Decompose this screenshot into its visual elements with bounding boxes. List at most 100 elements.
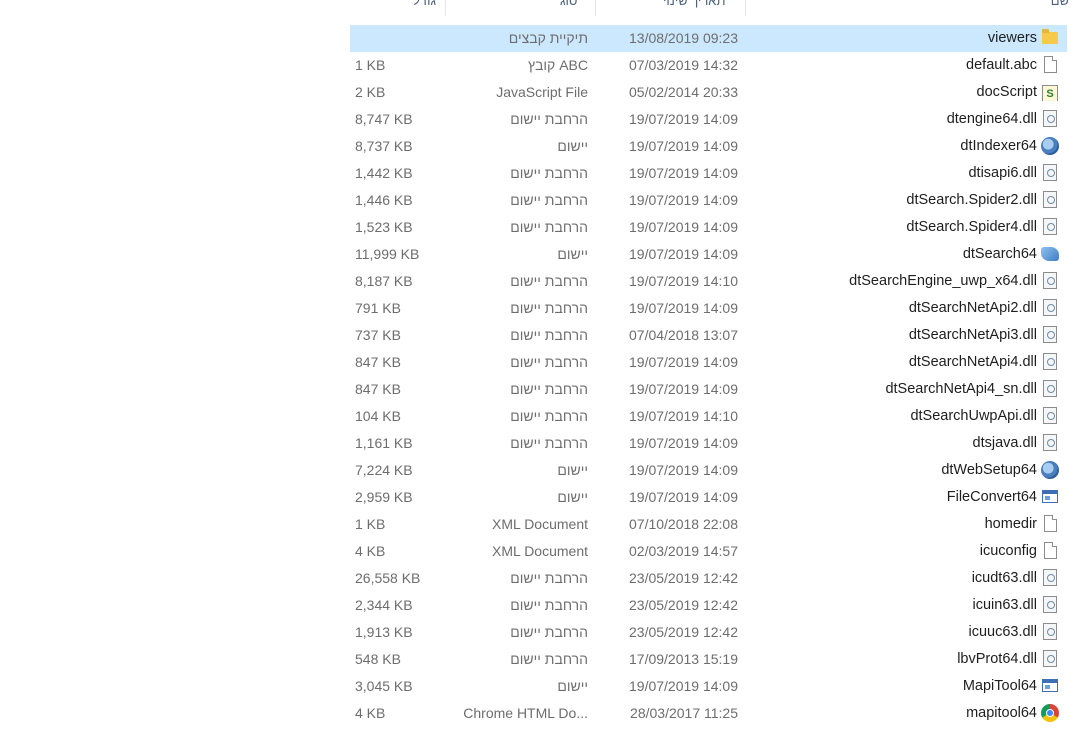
file-name: icuuc63.dll <box>968 624 1037 640</box>
file-type: הרחבת יישום <box>510 381 588 397</box>
file-size: 8,737 KB <box>355 138 413 154</box>
file-type: הרחבת יישום <box>510 273 588 289</box>
file-row[interactable]: icuuc63.dll 23/05/2019 12:42 הרחבת יישום 1,… <box>350 619 1067 646</box>
file-row[interactable]: dtSearchNetApi4_sn.dll 19/07/2019 14:09 הר… <box>350 376 1067 403</box>
file-type: הרחבת יישום <box>510 300 588 316</box>
file-row[interactable]: dtSearch.Spider2.dll 19/07/2019 14:09 הרחב… <box>350 187 1067 214</box>
file-name: dtSearch.Spider2.dll <box>906 192 1037 208</box>
dll-icon <box>1041 650 1059 668</box>
file-size: 791 KB <box>355 300 401 316</box>
file-icon <box>1041 542 1059 560</box>
file-row[interactable]: dtisapi6.dll 19/07/2019 14:09 הרחבת יישום 1… <box>350 160 1067 187</box>
file-type: תיקיית קבצים <box>508 30 588 46</box>
column-divider[interactable] <box>745 0 746 16</box>
file-type: הרחבת יישום <box>510 651 588 667</box>
column-header-size[interactable]: גודל <box>413 0 436 16</box>
file-size: 26,558 KB <box>355 570 421 586</box>
file-type: הרחבת יישום <box>510 570 588 586</box>
file-row[interactable]: dtIndexer64 19/07/2019 14:09 יישום 8,737 KB <box>350 133 1067 160</box>
file-date-modified: 05/02/2014 20:33 <box>629 84 738 100</box>
file-row[interactable]: dtSearchNetApi3.dll 07/04/2018 13:07 הרחבת… <box>350 322 1067 349</box>
file-type: יישום <box>557 462 588 478</box>
file-row[interactable]: viewers 13/08/2019 09:23 תיקיית קבצים <box>350 25 1067 52</box>
file-row[interactable]: dtWebSetup64 19/07/2019 14:09 יישום 7,224 K… <box>350 457 1067 484</box>
file-row[interactable]: dtSearch64 19/07/2019 14:09 יישום 11,999 KB <box>350 241 1067 268</box>
file-row[interactable]: homedir 07/10/2018 22:08 XML Document 1 KB <box>350 511 1067 538</box>
window-app-icon <box>1041 488 1059 506</box>
file-size: 11,999 KB <box>355 246 420 262</box>
file-type: XML Document <box>492 516 588 532</box>
file-size: 1 KB <box>355 516 386 532</box>
file-row[interactable]: dtsjava.dll 19/07/2019 14:09 הרחבת יישום 1,… <box>350 430 1067 457</box>
column-header-name[interactable]: שם <box>1051 0 1069 16</box>
file-row[interactable]: default.abc 07/03/2019 14:32 קובץ ABC 1 KB <box>350 52 1067 79</box>
file-type: הרחבת יישום <box>510 165 588 181</box>
dll-icon <box>1041 272 1059 290</box>
column-divider[interactable] <box>445 0 446 16</box>
file-size: 4 KB <box>355 543 386 559</box>
file-date-modified: 07/04/2018 13:07 <box>629 327 738 343</box>
script-icon: S <box>1041 83 1059 101</box>
column-header-type[interactable]: סוג <box>560 0 577 16</box>
file-type: Chrome HTML Do... <box>463 705 588 721</box>
file-name: FileConvert64 <box>946 489 1037 505</box>
file-size: 2,959 KB <box>355 489 413 505</box>
file-type: הרחבת יישום <box>510 327 588 343</box>
file-row[interactable]: MapiTool64 19/07/2019 14:09 יישום 3,045 KB <box>350 673 1067 700</box>
file-row[interactable]: icudt63.dll 23/05/2019 12:42 הרחבת יישום 26… <box>350 565 1067 592</box>
file-name: dtWebSetup64 <box>941 462 1037 478</box>
file-row[interactable]: mapitool64 28/03/2017 11:25 Chrome HTML Do… <box>350 700 1067 727</box>
file-row[interactable]: dtengine64.dll 19/07/2019 14:09 הרחבת יישו… <box>350 106 1067 133</box>
file-name: dtisapi6.dll <box>968 165 1037 181</box>
dll-icon <box>1041 299 1059 317</box>
file-name: default.abc <box>966 57 1037 73</box>
file-size: 1,442 KB <box>355 165 413 181</box>
file-size: 4 KB <box>355 705 386 721</box>
file-date-modified: 07/03/2019 14:32 <box>629 57 738 73</box>
file-row[interactable]: dtSearch.Spider4.dll 19/07/2019 14:09 הרחב… <box>350 214 1067 241</box>
column-divider[interactable] <box>595 0 596 16</box>
file-size: 1,446 KB <box>355 192 413 208</box>
file-row[interactable]: FileConvert64 19/07/2019 14:09 יישום 2,959 … <box>350 484 1067 511</box>
file-row[interactable]: SdocScript 05/02/2014 20:33 JavaScript Fil… <box>350 79 1067 106</box>
file-row[interactable]: icuconfig 02/03/2019 14:57 XML Document 4 K… <box>350 538 1067 565</box>
file-row[interactable]: dtSearchNetApi2.dll 19/07/2019 14:09 הרחבת… <box>350 295 1067 322</box>
file-name: dtSearchNetApi3.dll <box>908 327 1037 343</box>
file-row[interactable]: dtSearchNetApi4.dll 19/07/2019 14:09 הרחבת… <box>350 349 1067 376</box>
file-row[interactable]: icuin63.dll 23/05/2019 12:42 הרחבת יישום 2,… <box>350 592 1067 619</box>
dll-icon <box>1041 596 1059 614</box>
file-name: dtSearchNetApi4_sn.dll <box>885 381 1037 397</box>
file-type: יישום <box>557 678 588 694</box>
column-header-date-modified[interactable]: תאריך שינוי <box>663 0 725 16</box>
dll-icon <box>1041 110 1059 128</box>
file-date-modified: 19/07/2019 14:09 <box>629 165 738 181</box>
file-size: 2,344 KB <box>355 597 413 613</box>
file-name: dtengine64.dll <box>946 111 1037 127</box>
file-row[interactable]: dtSearchUwpApi.dll 19/07/2019 14:10 הרחבת … <box>350 403 1067 430</box>
file-name: dtIndexer64 <box>960 138 1037 154</box>
file-size: 1,913 KB <box>355 624 413 640</box>
dll-icon <box>1041 569 1059 587</box>
gear-app-icon <box>1041 137 1059 155</box>
file-row[interactable]: dtSearchEngine_uwp_x64.dll 19/07/2019 14:… <box>350 268 1067 295</box>
file-date-modified: 19/07/2019 14:09 <box>629 462 738 478</box>
column-header-bar: גודל סוג תאריך שינוי שם <box>345 0 1074 16</box>
file-date-modified: 19/07/2019 14:09 <box>629 111 738 127</box>
file-name: dtSearch64 <box>962 246 1037 262</box>
file-date-modified: 19/07/2019 14:09 <box>629 435 738 451</box>
file-size: 737 KB <box>355 327 401 343</box>
file-name: dtSearchEngine_uwp_x64.dll <box>849 273 1037 289</box>
dll-icon <box>1041 623 1059 641</box>
file-date-modified: 19/07/2019 14:09 <box>629 138 738 154</box>
file-row[interactable]: lbvProt64.dll 17/09/2013 15:19 הרחבת יישום… <box>350 646 1067 673</box>
file-size: 847 KB <box>355 354 401 370</box>
file-type: יישום <box>557 138 588 154</box>
file-type: JavaScript File <box>496 84 588 100</box>
file-name: docScript <box>976 84 1037 100</box>
file-size: 8,747 KB <box>355 111 413 127</box>
file-size: 3,045 KB <box>355 678 413 694</box>
file-date-modified: 19/07/2019 14:09 <box>629 678 738 694</box>
file-name: viewers <box>987 30 1037 46</box>
file-name: icuconfig <box>979 543 1037 559</box>
file-date-modified: 19/07/2019 14:09 <box>629 219 738 235</box>
